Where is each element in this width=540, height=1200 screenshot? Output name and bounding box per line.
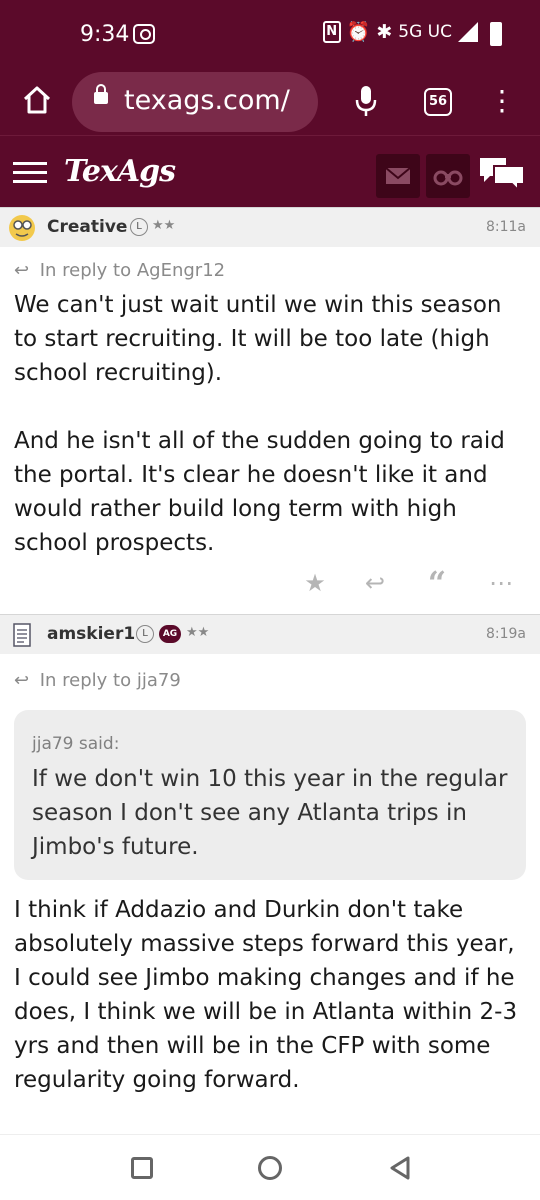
url-text: texags.com/ <box>124 85 290 116</box>
alarm-icon: ⏰ <box>346 21 371 43</box>
quote-text: If we don't win 10 this year in the regu… <box>32 766 508 860</box>
quote-author: jja79 said: <box>32 734 120 754</box>
reply-icon[interactable]: ↩ <box>362 568 388 598</box>
reply-to-line[interactable]: ↩ In reply to jja79 <box>14 670 181 691</box>
home-icon[interactable] <box>22 84 52 116</box>
tab-switcher-button[interactable]: 56 <box>424 88 452 116</box>
post-paragraph: We can't just wait until we win this sea… <box>14 292 502 386</box>
overflow-menu-icon[interactable]: ⋮ <box>488 84 516 118</box>
star-icon[interactable]: ★ <box>302 568 328 598</box>
post-header: Creative L ★★ 8:11a <box>0 207 540 247</box>
member-stars: ★★ <box>186 625 210 640</box>
quote-icon[interactable]: “ <box>424 567 450 599</box>
browser-toolbar: texags.com/ 56 ⋮ <box>0 70 540 135</box>
post-body: I think if Addazio and Durkin don't take… <box>14 893 526 1097</box>
chat-icon[interactable] <box>478 154 526 194</box>
avatar[interactable] <box>8 621 36 649</box>
post-paragraph: And he isn't all of the sudden going to … <box>14 428 505 556</box>
reply-to-text: In reply to AgEngr12 <box>39 260 226 281</box>
reply-to-text: In reply to jja79 <box>39 670 181 691</box>
post-body: We can't just wait until we win this sea… <box>14 288 526 560</box>
avatar[interactable] <box>8 214 36 242</box>
quote-block: jja79 said: If we don't win 10 this year… <box>14 710 526 880</box>
bluetooth-icon: ✱ <box>376 20 393 43</box>
microphone-icon[interactable] <box>355 84 377 118</box>
member-stars: ★★ <box>152 218 176 233</box>
menu-icon[interactable] <box>13 162 47 184</box>
reply-arrow-icon: ↩ <box>14 260 30 281</box>
lock-icon <box>94 84 108 104</box>
messages-button[interactable] <box>376 154 420 198</box>
recents-button[interactable] <box>131 1157 153 1179</box>
reply-to-line[interactable]: ↩ In reply to AgEngr12 <box>14 260 225 281</box>
status-icons: N ⏰ ✱ 5G UC <box>322 20 500 43</box>
home-button[interactable] <box>258 1156 282 1180</box>
signal-icon <box>458 21 478 42</box>
post-actions: ★ ↩ “ ⋯ <box>0 567 540 602</box>
battery-icon <box>490 22 502 46</box>
post-time: 8:11a <box>485 219 526 235</box>
ag-badge: AG <box>159 625 181 643</box>
system-nav-bar <box>0 1134 540 1200</box>
lifetime-badge: L <box>130 218 148 236</box>
screen-record-icon <box>133 24 155 44</box>
username[interactable]: Creative <box>47 217 127 237</box>
post-paragraph: I think if Addazio and Durkin don't take… <box>14 897 518 1093</box>
status-bar: 9:34 N ⏰ ✱ 5G UC <box>0 0 540 70</box>
url-bar[interactable]: texags.com/ <box>72 72 318 132</box>
clock: 9:34 <box>80 22 130 47</box>
back-button[interactable] <box>388 1155 412 1181</box>
reply-arrow-icon: ↩ <box>14 670 30 691</box>
lifetime-badge: L <box>136 625 154 643</box>
site-logo[interactable]: TexAgs <box>64 154 176 189</box>
username[interactable]: amskier1 <box>47 624 135 644</box>
site-header: TexAgs <box>0 135 540 207</box>
more-icon[interactable]: ⋯ <box>488 568 514 598</box>
post-time: 8:19a <box>485 626 526 642</box>
binoculars-icon <box>433 170 463 186</box>
network-label: 5G UC <box>398 21 452 42</box>
mail-icon <box>385 167 411 184</box>
watchlist-button[interactable] <box>426 154 470 198</box>
post-header: amskier1 L AG ★★ 8:19a <box>0 614 540 654</box>
nfc-icon: N <box>322 20 341 43</box>
